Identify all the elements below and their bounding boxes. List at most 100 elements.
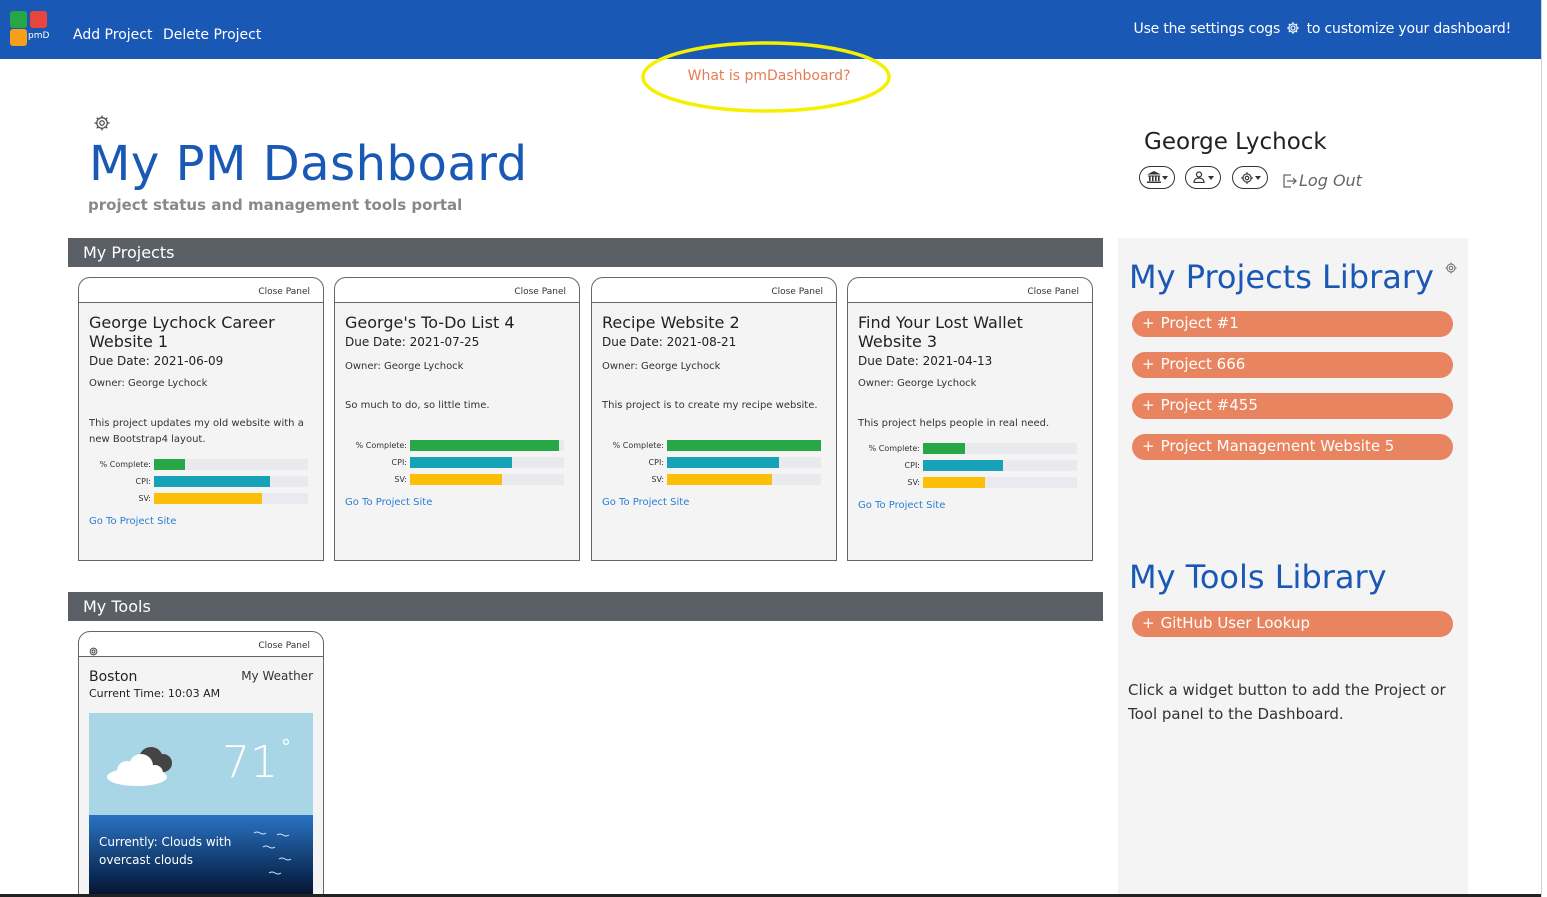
complete-bar: [154, 459, 185, 470]
sv-bar: [923, 477, 985, 488]
project-body: George's To-Do List 4 Due Date: 2021-07-…: [335, 303, 579, 560]
complete-track: [154, 459, 308, 470]
library-sidebar: My Projects Library + Project #1 + Project …: [1118, 238, 1468, 897]
cpi-row: CPI:: [345, 455, 569, 472]
library-add-button[interactable]: + Project #1: [1132, 311, 1453, 337]
logo-red-square: [30, 11, 47, 28]
close-panel-button[interactable]: Close Panel: [771, 287, 823, 297]
library-button-label: Project #1: [1160, 314, 1239, 332]
complete-row: % Complete:: [858, 441, 1082, 458]
panel-header: Close Panel: [79, 278, 323, 303]
complete-bar: [410, 440, 560, 451]
project-owner: Owner: George Lychock: [345, 361, 464, 372]
sv-track: [154, 493, 308, 504]
library-add-button[interactable]: + Project 666: [1132, 352, 1453, 378]
library-add-button[interactable]: + Project #455: [1132, 393, 1453, 419]
weather-panel: Close Panel Boston My Weather Current Ti…: [78, 631, 324, 897]
weather-widget-label: My Weather: [241, 669, 313, 683]
logout-label: Log Out: [1299, 171, 1362, 190]
add-project-link[interactable]: Add Project: [73, 27, 152, 43]
user-name: George Lychock: [1144, 129, 1327, 155]
user-dropdown-button[interactable]: [1185, 166, 1221, 189]
library-add-button[interactable]: + GitHub User Lookup: [1132, 611, 1453, 637]
settings-dropdown-button[interactable]: [1232, 166, 1268, 189]
go-to-project-link[interactable]: Go To Project Site: [602, 497, 826, 508]
project-panel: Close Panel Find Your Lost Wallet Websit…: [847, 277, 1093, 561]
complete-label: % Complete:: [612, 441, 664, 450]
cpi-track: [410, 457, 564, 468]
go-to-project-link[interactable]: Go To Project Site: [858, 500, 1082, 511]
plus-icon: +: [1142, 355, 1155, 373]
complete-row: % Complete:: [602, 438, 826, 455]
waves-icon: [253, 831, 292, 875]
cpi-row: CPI:: [602, 455, 826, 472]
project-due-date: Due Date: 2021-06-09: [89, 354, 224, 368]
sv-row: SV:: [858, 475, 1082, 492]
plus-icon: +: [1142, 614, 1155, 632]
library-gear-icon[interactable]: [1445, 259, 1457, 278]
project-title: Find Your Lost Wallet Website 3: [858, 313, 1023, 351]
cpi-label: CPI:: [391, 458, 407, 467]
plus-icon: +: [1142, 396, 1155, 414]
go-to-project-link[interactable]: Go To Project Site: [89, 516, 313, 527]
project-panel: Close Panel George Lychock Career Websit…: [78, 277, 324, 561]
project-panel: Close Panel George's To-Do List 4 Due Da…: [334, 277, 580, 561]
weather-condition: Currently: Clouds with overcast clouds: [99, 835, 232, 867]
cpi-track: [923, 460, 1077, 471]
weather-temperature: 71: [222, 737, 278, 788]
close-panel-button[interactable]: Close Panel: [258, 641, 310, 651]
project-description: So much to do, so little time.: [345, 400, 490, 411]
complete-label: % Complete:: [355, 441, 407, 450]
project-due-date: Due Date: 2021-08-21: [602, 335, 737, 349]
complete-track: [410, 440, 564, 451]
close-panel-button[interactable]: Close Panel: [258, 287, 310, 297]
pmd-logo[interactable]: pmD: [8, 9, 49, 46]
panel-header: Close Panel: [79, 632, 323, 657]
sv-track: [923, 477, 1077, 488]
panel-header: Close Panel: [592, 278, 836, 303]
project-panel: Close Panel Recipe Website 2 Due Date: 2…: [591, 277, 837, 561]
my-tools-header: My Tools: [68, 592, 1103, 621]
bank-dropdown-button[interactable]: [1139, 166, 1175, 189]
weather-card: 71 ° Currently: Clouds with overcast clo…: [89, 713, 313, 897]
weather-current-time: Current Time: 10:03 AM: [89, 687, 221, 700]
page-right-edge: [1541, 0, 1547, 897]
go-to-project-link[interactable]: Go To Project Site: [345, 497, 569, 508]
project-metrics: % Complete: CPI: SV:: [89, 457, 313, 508]
project-body: Find Your Lost Wallet Website 3 Due Date…: [848, 303, 1092, 560]
complete-track: [923, 443, 1077, 454]
library-button-label: GitHub User Lookup: [1160, 614, 1310, 632]
chevron-down-icon: [1162, 176, 1168, 180]
close-panel-button[interactable]: Close Panel: [514, 287, 566, 297]
project-description: This project updates my old website with…: [89, 418, 304, 445]
complete-row: % Complete:: [89, 457, 313, 474]
project-title: George Lychock Career Website 1: [89, 313, 275, 351]
project-body: Recipe Website 2 Due Date: 2021-08-21 Ow…: [592, 303, 836, 560]
sv-row: SV:: [345, 472, 569, 489]
logout-icon: [1283, 174, 1297, 188]
sv-bar: [154, 493, 262, 504]
sv-row: SV:: [602, 472, 826, 489]
weather-body: Boston My Weather Current Time: 10:03 AM…: [79, 657, 323, 897]
project-metrics: % Complete: CPI: SV:: [858, 441, 1082, 492]
complete-label: % Complete:: [868, 444, 920, 453]
panel-header: Close Panel: [335, 278, 579, 303]
project-metrics: % Complete: CPI: SV:: [602, 438, 826, 489]
cloud-icon: [107, 747, 172, 786]
sv-label: SV:: [394, 475, 407, 484]
complete-track: [667, 440, 821, 451]
project-owner: Owner: George Lychock: [602, 361, 721, 372]
weather-city: Boston: [89, 669, 138, 685]
cpi-label: CPI:: [648, 458, 664, 467]
project-title: George's To-Do List 4: [345, 313, 515, 332]
close-panel-button[interactable]: Close Panel: [1027, 287, 1079, 297]
cpi-row: CPI:: [89, 474, 313, 491]
header-gear-icon[interactable]: [93, 114, 111, 132]
what-is-pmdashboard-link[interactable]: What is pmDashboard?: [640, 68, 898, 84]
delete-project-link[interactable]: Delete Project: [163, 27, 261, 43]
settings-hint-start: Use the settings cogs: [1133, 21, 1281, 37]
logout-link[interactable]: Log Out: [1282, 171, 1362, 190]
project-title: Recipe Website 2: [602, 313, 740, 332]
chevron-down-icon: [1208, 176, 1214, 180]
library-add-button[interactable]: + Project Management Website 5: [1132, 434, 1453, 460]
